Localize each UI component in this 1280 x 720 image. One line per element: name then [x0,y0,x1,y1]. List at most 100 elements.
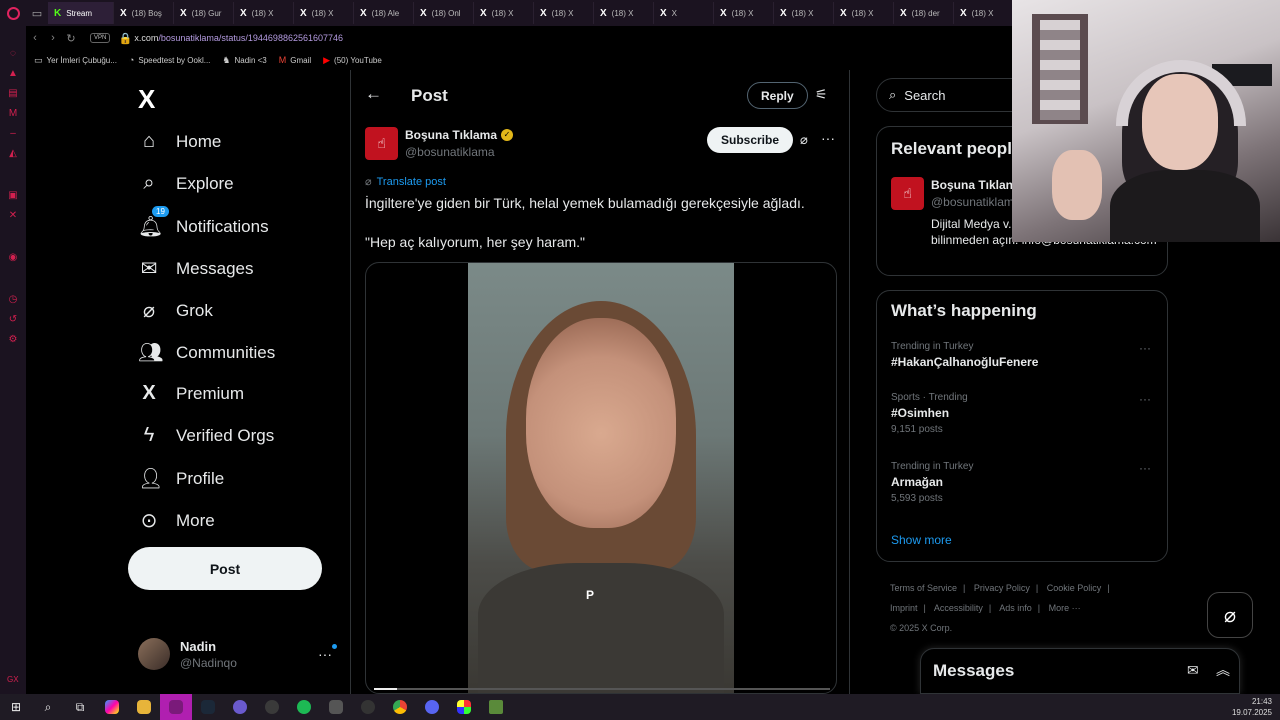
video-progress-bar[interactable] [374,688,830,690]
footer-link[interactable]: Terms of Service [890,583,957,593]
file-explorer-icon[interactable] [128,694,160,720]
sliders-icon[interactable]: ⚟ [815,86,828,103]
footer-link[interactable]: Imprint [890,603,918,613]
relevant-name[interactable]: Boşuna Tıklan [931,178,1013,192]
relevant-handle[interactable]: @bosunatiklam [931,195,1014,209]
grok-fab-button[interactable]: ⌀ [1207,592,1253,638]
gx-icon[interactable]: GX [7,675,19,684]
search-icon[interactable]: ⌕ [32,694,64,720]
aria-icon[interactable]: ◌ [7,48,19,60]
more-horizontal-icon[interactable]: ··· [1139,392,1151,406]
new-message-icon[interactable]: ✉ [1187,662,1199,679]
trend-item[interactable]: Trending in Turkey Armağan 5,593 posts [891,461,973,504]
multicolor-app-icon[interactable] [448,694,480,720]
bookmark-nadin[interactable]: ♞ Nadin <3 [222,55,266,66]
browser-tab-14[interactable]: X (18) der [894,2,954,24]
nav-item-notifications[interactable]: 🔔︎ 19 Notifications [138,206,269,239]
nav-item-premium[interactable]: X Premium [138,382,244,405]
trend-item[interactable]: Trending in Turkey #HakanÇalhanoğluFener… [891,341,1038,369]
browser-tab-6[interactable]: X (18) Onl [414,2,474,24]
x-logo[interactable]: X [138,84,155,115]
browser-tab-3[interactable]: X (18) X [234,2,294,24]
footer-link[interactable]: Cookie Policy [1047,583,1102,593]
footer-link[interactable]: Ads info [999,603,1032,613]
history-icon[interactable]: ◷ [7,294,19,306]
chevron-up-icon[interactable]: ︽ [1216,660,1230,680]
account-switcher[interactable]: Nadin @Nadinqo ··· [138,638,337,670]
x-icon[interactable]: ✕ [7,210,19,222]
browser-tab-12[interactable]: X (18) X [774,2,834,24]
post-video[interactable]: P [365,262,837,694]
video-frame[interactable]: P [468,263,734,693]
steam-icon[interactable] [192,694,224,720]
messages-dock[interactable]: Messages ✉ ︽ [920,648,1240,694]
bookmark-speedtest[interactable]: ◔ Speedtest by Ookl... [129,55,210,65]
browser-tab-2[interactable]: X (18) Gur [174,2,234,24]
bookmark-youtube[interactable]: ▶ (50) YouTube [323,55,382,66]
browser-tab-15[interactable]: X (18) X [954,2,1014,24]
nav-item-more[interactable]: ⊙ More [138,508,215,533]
bookmark-folder[interactable]: ▭ Yer İmleri Çubuğu... [34,55,117,66]
trend-item[interactable]: Sports · Trending #Osimhen 9,151 posts [891,392,968,435]
nav-item-messages[interactable]: ✉ Messages [138,256,254,281]
browser-tab-10[interactable]: XX [654,2,714,24]
spotify-icon[interactable] [288,694,320,720]
copilot-icon[interactable] [96,694,128,720]
settings-icon[interactable]: ⚙ [7,334,19,346]
browser-tab-8[interactable]: X (18) X [534,2,594,24]
grok-icon[interactable]: ⌀ [800,132,808,148]
twitch-icon[interactable]: ▣ [7,190,19,202]
forward-arrow-icon[interactable]: › [44,32,62,44]
author-name[interactable]: Boşuna Tıklama ✓ [405,128,514,142]
vpn-badge[interactable]: VPN [90,33,111,43]
folder-icon[interactable] [320,694,352,720]
footer-link[interactable]: Privacy Policy [974,583,1030,593]
url-field[interactable]: x.com/bosunatiklama/status/1944698862561… [134,33,343,43]
app-icon[interactable] [352,694,384,720]
footer-link[interactable]: More ··· [1049,603,1081,613]
opera-gx-taskbar-icon[interactable] [160,694,192,720]
game-icon[interactable] [256,694,288,720]
nav-item-verified-orgs[interactable]: ϟ Verified Orgs [138,424,275,447]
nav-item-grok[interactable]: ⌀ Grok [138,298,213,323]
back-arrow-icon[interactable]: ← [365,84,382,104]
arc-icon[interactable]: ◭ [7,148,19,160]
discord-icon[interactable] [416,694,448,720]
show-more-link[interactable]: Show more [891,533,952,547]
mail-icon[interactable]: M [7,108,19,120]
nav-item-communities[interactable]: 👥︎ Communities [138,340,275,365]
opera-logo-icon[interactable] [0,0,26,26]
more-horizontal-icon[interactable]: ··· [821,130,835,146]
task-view-icon[interactable]: ⧉ [64,694,96,720]
more-horizontal-icon[interactable]: ··· [1139,461,1151,475]
browser-tab-5[interactable]: X (18) Ale [354,2,414,24]
browser-tab-4[interactable]: X (18) X [294,2,354,24]
nav-item-explore[interactable]: ⌕ Explore [138,172,233,195]
browser-tab-11[interactable]: X (18) X [714,2,774,24]
more-horizontal-icon[interactable]: ··· [1139,341,1151,355]
windows-start-icon[interactable]: ⊞ [0,694,32,720]
obs-icon[interactable] [224,694,256,720]
system-clock[interactable]: 21:43 19.07.2025 [1232,696,1272,718]
more-horizontal-icon[interactable]: ··· [318,646,332,662]
footer-link[interactable]: Accessibility [934,603,983,613]
news-icon[interactable]: ▤ [7,88,19,100]
browser-tab-0[interactable]: K Stream [48,2,114,24]
back-arrow-icon[interactable]: ‹ [26,32,44,44]
author-avatar[interactable]: ☝ [365,127,398,160]
subscribe-button[interactable]: Subscribe [707,127,794,153]
bag-icon[interactable]: ▲ [7,68,19,80]
reply-button[interactable]: Reply [747,82,808,109]
tab-switcher-icon[interactable]: ▭ [26,7,48,20]
player-icon[interactable]: ◉ [7,252,19,264]
author-handle[interactable]: @bosunatiklama [405,145,495,159]
reload-icon[interactable]: ↻ [62,32,80,45]
browser-tab-13[interactable]: X (18) X [834,2,894,24]
chrome-icon[interactable] [384,694,416,720]
browser-tab-9[interactable]: X (18) X [594,2,654,24]
post-button[interactable]: Post [128,547,322,590]
minecraft-icon[interactable] [480,694,512,720]
relevant-avatar[interactable]: ☝ [891,177,924,210]
browser-tab-1[interactable]: X (18) Boş [114,2,174,24]
nav-item-profile[interactable]: 👤︎ Profile [138,466,224,491]
